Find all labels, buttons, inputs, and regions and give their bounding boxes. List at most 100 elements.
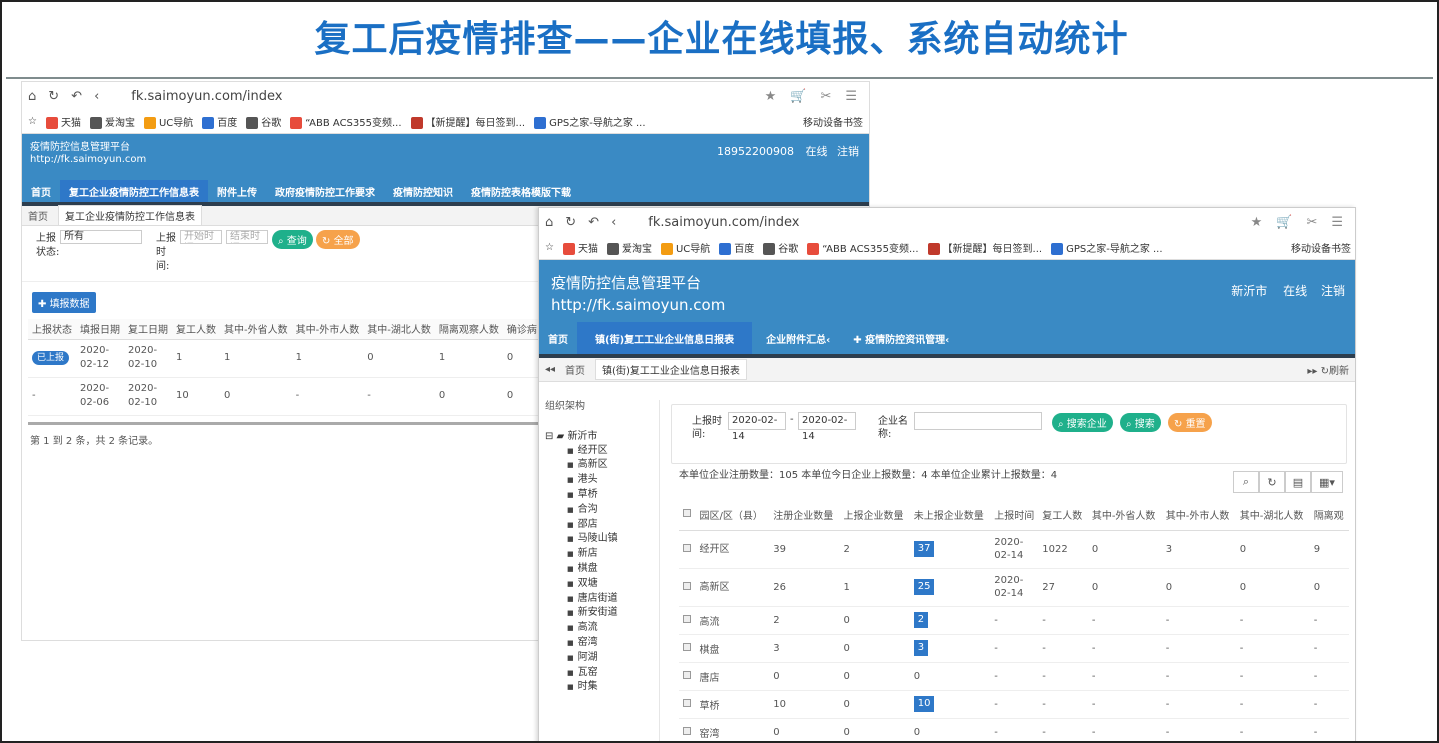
- col-header[interactable]: 填报日期: [76, 319, 124, 340]
- tab-home[interactable]: 首页: [28, 208, 48, 223]
- tree-node[interactable]: 邵店: [545, 518, 655, 533]
- all-button[interactable]: ↻ 全部: [316, 230, 360, 249]
- reload-icon[interactable]: ↻: [48, 89, 59, 104]
- star-icon[interactable]: ☆: [28, 116, 37, 127]
- logout-link[interactable]: 注销: [1321, 284, 1345, 298]
- menu-icon[interactable]: ☰: [845, 89, 857, 104]
- nav-news-manage[interactable]: ✚ 疫情防控资讯管理‹: [844, 322, 958, 354]
- table-row[interactable]: 已上报 2020-02-12 2020-02-10 1 1 1 0 1 0: [28, 339, 541, 378]
- scissors-icon[interactable]: ✂: [1306, 215, 1317, 230]
- col-header[interactable]: 确诊病: [502, 319, 541, 340]
- tree-node[interactable]: 草桥: [545, 488, 655, 503]
- end-date-input[interactable]: 2020-02-14: [798, 412, 856, 442]
- tree-node[interactable]: 双塘: [545, 577, 655, 592]
- star-icon[interactable]: ★: [1251, 215, 1263, 230]
- nav-home[interactable]: 首页: [539, 322, 577, 354]
- tree-node[interactable]: 窑湾: [545, 636, 655, 651]
- star-icon[interactable]: ☆: [545, 242, 554, 253]
- row-checkbox[interactable]: [683, 642, 691, 651]
- splitter[interactable]: [659, 400, 660, 741]
- col-header[interactable]: 其中-外市人数: [1161, 500, 1236, 531]
- col-header[interactable]: 隔离观: [1309, 500, 1349, 531]
- reload-icon[interactable]: ↻: [565, 215, 576, 230]
- undo-icon[interactable]: ↶: [71, 89, 82, 104]
- col-header[interactable]: 其中-外省人数: [1087, 500, 1162, 531]
- search-button[interactable]: ⌕ 搜索: [1120, 413, 1161, 432]
- columns-icon[interactable]: ▦▾: [1311, 471, 1343, 493]
- col-header[interactable]: 隔离观察人数: [434, 319, 503, 340]
- nav-gov-req[interactable]: 政府疫情防控工作要求: [266, 180, 384, 202]
- add-data-button[interactable]: ✚ 填报数据: [32, 292, 96, 313]
- nav-knowledge[interactable]: 疫情防控知识: [384, 180, 462, 202]
- table-row[interactable]: 唐店 0 0 0- - - - - -: [679, 662, 1349, 691]
- unreported-count-link[interactable]: 2: [913, 612, 929, 628]
- cart-icon[interactable]: 🛒: [1276, 215, 1292, 230]
- col-header[interactable]: 其中-湖北人数: [363, 319, 435, 340]
- star-icon[interactable]: ★: [765, 89, 777, 104]
- bookmark-item[interactable]: 百度: [719, 240, 754, 255]
- unreported-count-link[interactable]: 10: [913, 696, 935, 712]
- col-header[interactable]: 复工人数: [172, 319, 220, 340]
- start-date-input[interactable]: 2020-02-14: [728, 412, 786, 442]
- tree-node[interactable]: 棋盘: [545, 562, 655, 577]
- toggle-view-icon[interactable]: ▤: [1285, 471, 1311, 493]
- table-row[interactable]: 高新区 26 1 25 2020-02-14 27 0 0 0 0: [679, 568, 1349, 607]
- tree-node[interactable]: 阿湖: [545, 651, 655, 666]
- bookmark-item[interactable]: “ABB ACS355变频...: [290, 114, 402, 129]
- table-row[interactable]: 草桥 10 0 10- - - - - -: [679, 690, 1349, 719]
- row-checkbox[interactable]: [683, 543, 691, 552]
- nav-attachments[interactable]: 企业附件汇总‹: [752, 322, 844, 354]
- table-row[interactable]: 高流 2 0 2- - - - - -: [679, 606, 1349, 635]
- company-name-input[interactable]: [914, 412, 1042, 430]
- home-icon[interactable]: ⌂: [28, 89, 36, 104]
- tree-node[interactable]: 瓦窑: [545, 666, 655, 681]
- bookmark-item[interactable]: “ABB ACS355变频...: [807, 240, 919, 255]
- url-field[interactable]: fk.saimoyun.com/index: [648, 215, 799, 230]
- back-icon[interactable]: ‹: [611, 215, 616, 230]
- undo-icon[interactable]: ↶: [588, 215, 599, 230]
- tree-node[interactable]: 唐店街道: [545, 592, 655, 607]
- bookmark-item[interactable]: 天猫: [45, 114, 81, 129]
- mobile-bookmarks[interactable]: 移动设备书签: [803, 114, 869, 129]
- col-header[interactable]: 注册企业数量: [769, 500, 840, 531]
- bookmark-item[interactable]: 谷歌: [246, 114, 281, 129]
- tree-node[interactable]: 高流: [545, 621, 655, 636]
- tree-node[interactable]: 新店: [545, 547, 655, 562]
- tree-node[interactable]: 合沟: [545, 503, 655, 518]
- status-select[interactable]: 所有: [60, 230, 142, 244]
- bookmark-item[interactable]: UC导航: [660, 240, 710, 255]
- bookmark-item[interactable]: GPS之家-导航之家 ...: [534, 114, 646, 129]
- start-time-input[interactable]: 开始时间: [180, 230, 222, 244]
- row-checkbox[interactable]: [683, 698, 691, 707]
- bookmark-item[interactable]: UC导航: [143, 114, 193, 129]
- col-header[interactable]: 复工日期: [124, 319, 172, 340]
- unreported-count-link[interactable]: 25: [913, 579, 935, 595]
- scissors-icon[interactable]: ✂: [820, 89, 831, 104]
- query-button[interactable]: ⌕ 查询: [272, 230, 313, 249]
- scrollbar[interactable]: [28, 422, 538, 425]
- search-company-button[interactable]: ⌕ 搜索企业: [1052, 413, 1113, 432]
- menu-icon[interactable]: ☰: [1331, 215, 1343, 230]
- tab-info-form[interactable]: 复工企业疫情防控工作信息表: [58, 205, 202, 226]
- end-time-input[interactable]: 结束时间: [226, 230, 268, 244]
- bookmark-item[interactable]: GPS之家-导航之家 ...: [1051, 240, 1163, 255]
- tree-root[interactable]: ⊟ ▰ 新沂市: [545, 430, 655, 444]
- col-header[interactable]: 园区/区（县）: [695, 500, 770, 531]
- tab-prev-icon[interactable]: ◂◂: [545, 364, 555, 375]
- bookmark-item[interactable]: 爱淘宝: [89, 114, 135, 129]
- nav-daily-report[interactable]: 镇(街)复工工业企业信息日报表: [577, 322, 753, 354]
- tree-node[interactable]: 港头: [545, 473, 655, 488]
- row-checkbox[interactable]: [683, 614, 691, 623]
- select-all-checkbox[interactable]: [683, 509, 691, 518]
- bookmark-item[interactable]: 爱淘宝: [606, 240, 652, 255]
- bookmark-item[interactable]: 百度: [202, 114, 237, 129]
- unreported-count-link[interactable]: 37: [913, 541, 935, 557]
- table-row[interactable]: 窑湾 0 0 0- - - - - -: [679, 718, 1349, 741]
- col-header[interactable]: 上报状态: [28, 319, 76, 340]
- row-checkbox[interactable]: [683, 581, 691, 590]
- unreported-count-link[interactable]: 3: [913, 640, 929, 656]
- col-header[interactable]: 其中-湖北人数: [1235, 500, 1310, 531]
- nav-home[interactable]: 首页: [22, 180, 60, 202]
- refresh-icon[interactable]: ↻: [1259, 471, 1285, 493]
- home-icon[interactable]: ⌂: [545, 215, 553, 230]
